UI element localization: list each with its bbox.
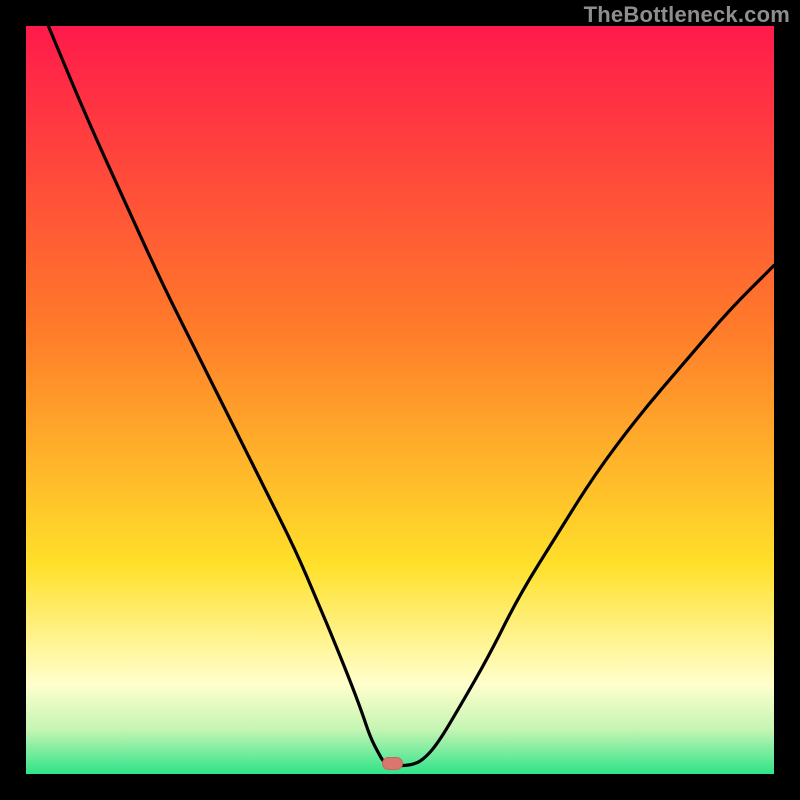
chart-frame: TheBottleneck.com	[0, 0, 800, 800]
plot-area	[26, 26, 774, 774]
gradient-background	[26, 26, 774, 774]
watermark-text: TheBottleneck.com	[584, 2, 790, 28]
optimum-marker	[383, 758, 403, 770]
bottleneck-chart	[26, 26, 774, 774]
